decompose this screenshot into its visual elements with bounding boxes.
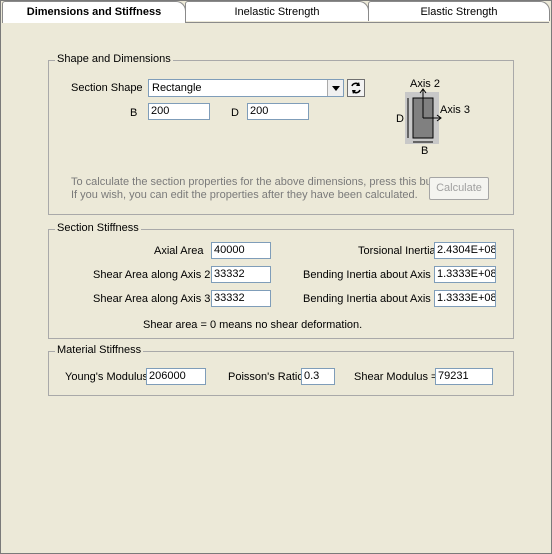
diagram-d-label: D [396,113,404,125]
bending-inertia-3-label: Bending Inertia about Axis 3 [303,293,440,305]
torsional-inertia-label: Torsional Inertia [358,245,436,257]
shear-area-2-label: Shear Area along Axis 2 [93,269,211,281]
material-stiffness-group: Material Stiffness Young's Modulus 20600… [48,344,514,396]
section-shape-value: Rectangle [152,82,202,94]
poissons-ratio-input[interactable]: 0.3 [301,368,335,385]
axial-area-label: Axial Area [154,245,204,257]
shape-dimensions-group: Shape and Dimensions Section Shape Recta… [48,53,514,215]
bending-inertia-2-input[interactable]: 1.3333E+08 [434,266,496,283]
shear-area-3-input[interactable]: 33332 [211,290,271,307]
shear-modulus-input: 79231 [435,368,493,385]
d-input[interactable]: 200 [247,103,309,120]
poissons-ratio-label: Poisson's Ratio [228,371,304,383]
torsional-inertia-input[interactable]: 2.4304E+08 [434,242,496,259]
group-title: Shape and Dimensions [55,53,173,65]
group-title: Material Stiffness [55,344,144,356]
tab-inelastic-strength[interactable]: Inelastic Strength [185,1,369,21]
chevron-down-icon[interactable] [327,80,343,96]
shear-area-note: Shear area = 0 means no shear deformatio… [143,319,363,331]
shear-area-3-label: Shear Area along Axis 3 [93,293,211,305]
axial-area-input[interactable]: 40000 [211,242,271,259]
group-title: Section Stiffness [55,222,141,234]
info-text-line-1: To calculate the section properties for … [71,176,454,188]
section-shape-select[interactable]: Rectangle [148,79,344,97]
info-text-line-2: If you wish, you can edit the properties… [71,189,418,201]
tab-dimensions-and-stiffness[interactable]: Dimensions and Stiffness [2,1,186,23]
tab-elastic-strength[interactable]: Elastic Strength [368,1,550,21]
shear-area-2-input[interactable]: 33332 [211,266,271,283]
refresh-shape-button[interactable] [347,79,365,97]
d-label: D [231,107,239,119]
dialog-frame: Dimensions and Stiffness Inelastic Stren… [0,0,552,554]
diagram-b-label: B [421,145,428,157]
shear-modulus-label: Shear Modulus = [354,371,438,383]
refresh-icon [351,82,361,94]
b-input[interactable]: 200 [148,103,210,120]
bending-inertia-2-label: Bending Inertia about Axis 2 [303,269,440,281]
section-diagram: Axis 2 Axis 3 D B [396,78,470,157]
axis-3-label: Axis 3 [440,104,470,116]
section-shape-label: Section Shape [71,82,143,94]
section-stiffness-group: Section Stiffness Axial Area 40000 Shear… [48,222,514,339]
youngs-modulus-label: Young's Modulus [65,371,149,383]
calculate-button[interactable]: Calculate [429,177,489,200]
b-label: B [130,107,138,119]
axis-2-label: Axis 2 [410,78,440,90]
youngs-modulus-input[interactable]: 206000 [146,368,206,385]
bending-inertia-3-input[interactable]: 1.3333E+08 [434,290,496,307]
tab-panel: Shape and Dimensions Section Shape Recta… [3,22,549,551]
